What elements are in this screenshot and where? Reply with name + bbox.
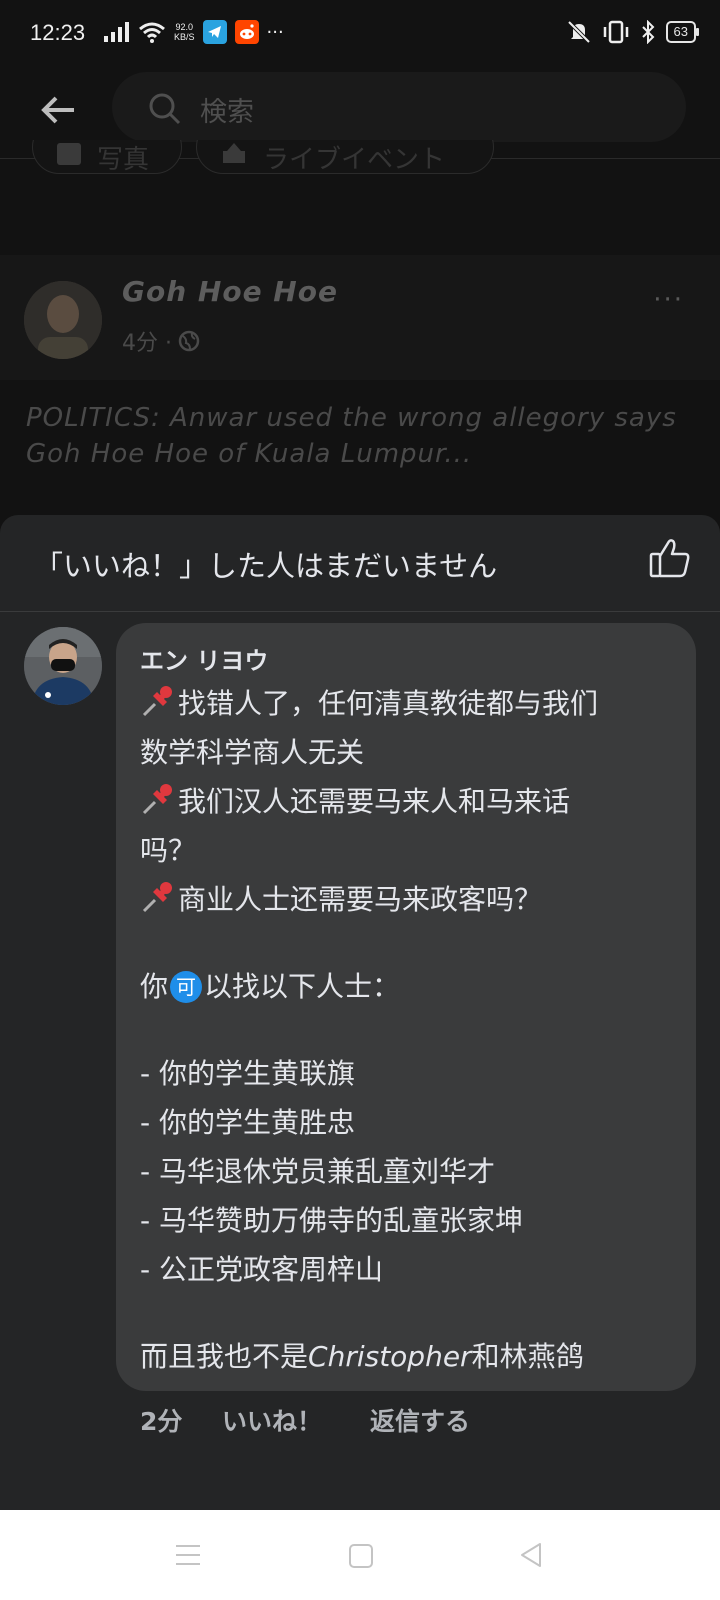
comment-line: - 马华退休党员兼乱童刘华才 (140, 1155, 496, 1188)
comment-line: 数学科学商人无关 (140, 736, 365, 769)
chip-label: ライブイベント (263, 145, 446, 175)
comment-line: 而且我也不是Christopher和林燕鸽 (140, 1340, 584, 1373)
comment-line: 你可以找以下人士： (140, 970, 401, 1003)
comment-reply-button[interactable]: 返信する (370, 1402, 470, 1438)
battery-indicator: 63 (665, 21, 700, 43)
network-speed: 92.0 KB/S (174, 22, 195, 42)
post-meta: 4分 · (122, 325, 200, 357)
comment-bubble[interactable]: エン リヨウ 找错人了，任何清真教徒都与我们 数学科学商人无关 我们汉人还需要马… (116, 623, 696, 1391)
live-event-icon (223, 143, 245, 163)
comment-time: 2分 (140, 1407, 183, 1436)
reactions-title: 「いいね！」した人はまだいません (34, 549, 498, 583)
post-header: Goh Hoe Hoe 4分 · ··· (0, 255, 720, 380)
chip-label: 写真 (97, 145, 150, 175)
status-left-icons: 92.0 KB/S ··· (104, 20, 284, 44)
comment-line: - 公正党政客周梓山 (140, 1253, 384, 1286)
post-more-button[interactable]: ··· (653, 285, 684, 315)
filter-chips: 写真 ライブイベント (0, 140, 720, 190)
post-text: POLITICS: Anwar used the wrong allegory … (26, 403, 677, 469)
comment-line: 商业人士还需要马来政客吗？ (140, 875, 680, 924)
chip-photo[interactable]: 写真 (32, 140, 182, 175)
comment-author[interactable]: エン リヨウ (140, 641, 268, 676)
comment-actions: 2分 いいね！ 返信する (140, 1402, 470, 1438)
search-input[interactable]: 検索 (112, 72, 686, 142)
pushpin-icon (142, 784, 172, 815)
avatar[interactable] (24, 281, 102, 359)
back-nav-icon[interactable] (518, 1541, 544, 1569)
pushpin-icon (142, 686, 172, 717)
search-placeholder: 検索 (200, 97, 254, 128)
comment-line: - 马华赞助万佛寺的乱童张家坤 (140, 1204, 524, 1237)
back-button[interactable] (36, 88, 80, 132)
reddit-icon (234, 20, 259, 44)
wifi-icon (139, 22, 165, 43)
back-arrow-icon (41, 96, 74, 124)
avatar-photo (24, 627, 102, 705)
bluetooth-icon (641, 20, 654, 44)
comment-body: 找错人了，任何清真教徒都与我们 数学科学商人无关 我们汉人还需要马来人和马来话 … (140, 679, 680, 1381)
comment-avatar[interactable] (24, 627, 102, 705)
thumbs-up-icon (649, 539, 690, 578)
ke-badge-emoji: 可 (170, 971, 203, 1003)
comment-line: - 你的学生黄联旗 (140, 1057, 356, 1090)
avatar-photo (24, 281, 102, 359)
menu-icon[interactable] (174, 1543, 202, 1567)
vibrate-icon (603, 20, 628, 44)
more-notifications-icon: ··· (266, 21, 284, 43)
post-author[interactable]: Goh Hoe Hoe (122, 275, 338, 308)
mute-icon (567, 20, 590, 44)
telegram-icon (202, 20, 227, 44)
system-nav-bar (0, 1510, 720, 1600)
comment-line: - 你的学生黄胜忠 (140, 1106, 356, 1139)
globe-icon (178, 330, 200, 352)
status-time: 12:23 (30, 20, 86, 45)
chip-live-event[interactable]: ライブイベント (196, 140, 494, 175)
comment-like-button[interactable]: いいね！ (222, 1402, 370, 1438)
comment-line: 我们汉人还需要马来人和马来话 (140, 777, 680, 826)
home-icon[interactable] (348, 1543, 374, 1569)
status-right-icons: 63 (566, 20, 700, 44)
search-icon (149, 93, 181, 125)
signal-icon (104, 22, 129, 42)
comment-line: 找错人了，任何清真教徒都与我们 (140, 679, 680, 728)
post-time: 4分 · (122, 331, 172, 356)
like-button[interactable] (648, 537, 692, 583)
reactions-header: 「いいね！」した人はまだいません (0, 515, 720, 612)
comment-line: 吗？ (140, 834, 197, 867)
pushpin-icon (142, 882, 172, 913)
status-bar: 12:23 92.0 KB/S ··· 63 (0, 0, 720, 70)
photo-icon (57, 143, 81, 165)
